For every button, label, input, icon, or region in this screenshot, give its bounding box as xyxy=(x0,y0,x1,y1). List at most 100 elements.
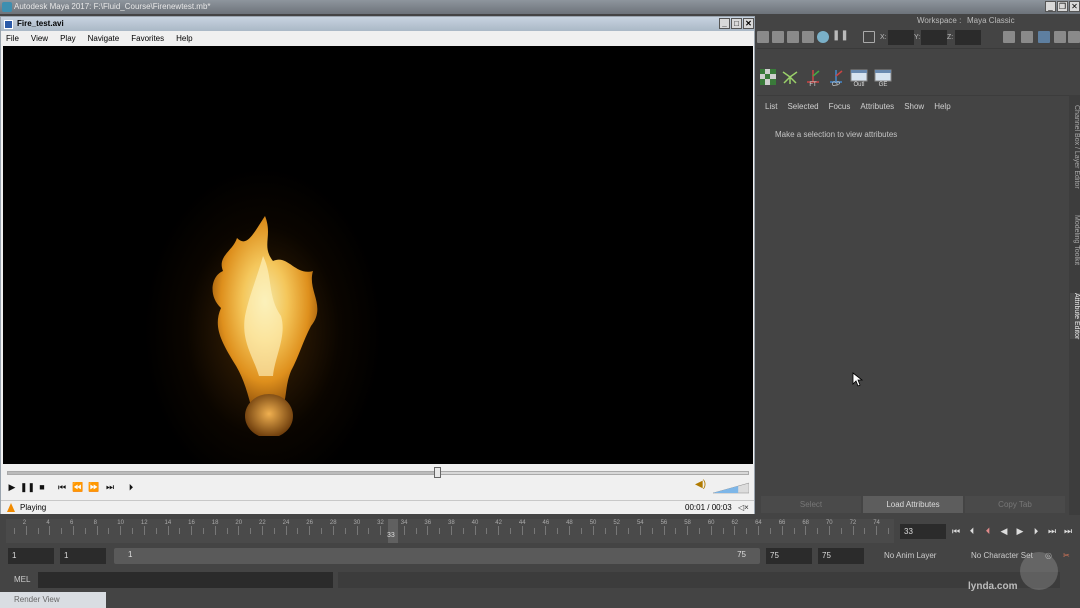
tab-channel-box[interactable]: Channel Box / Layer Editor xyxy=(1070,105,1080,189)
ae-menu-list[interactable]: List xyxy=(765,102,777,111)
attribute-editor-hint: Make a selection to view attributes xyxy=(775,130,898,139)
ae-menu-show[interactable]: Show xyxy=(904,102,924,111)
render-frame-icon[interactable] xyxy=(757,31,769,43)
go-to-end-icon[interactable]: ⏭ xyxy=(1062,526,1074,537)
close-icon[interactable]: ✕ xyxy=(1069,1,1080,12)
pause-button-icon[interactable]: ❚❚ xyxy=(20,479,35,495)
pause-icon[interactable]: ❚❚ xyxy=(832,30,849,42)
video-frame[interactable] xyxy=(3,46,753,464)
time-tick xyxy=(710,526,712,535)
select-button[interactable]: Select xyxy=(761,496,861,513)
render-sequence-icon[interactable] xyxy=(772,31,784,43)
ae-menu-focus[interactable]: Focus xyxy=(829,102,851,111)
shelf-label-ft: FT xyxy=(809,82,817,88)
play-icon[interactable]: ▶ xyxy=(5,479,19,495)
tab-modeling-toolkit[interactable]: Modeling Toolkit xyxy=(1070,215,1080,265)
rewind-icon[interactable]: ⏪ xyxy=(71,479,85,495)
player-maximize-icon[interactable]: □ xyxy=(731,18,742,29)
attribute-editor-panel: List Selected Focus Attributes Show Help… xyxy=(757,95,1069,515)
time-tick xyxy=(545,526,547,535)
app-window-controls: _ ❐ ✕ xyxy=(1045,1,1080,12)
player-menu-view[interactable]: View xyxy=(31,31,48,46)
animation-start-field[interactable]: 1 xyxy=(8,548,54,564)
time-tick-label: 74 xyxy=(873,520,880,526)
y-field[interactable] xyxy=(921,30,947,45)
restore-icon[interactable]: ❐ xyxy=(1057,1,1068,12)
channel-box-icon[interactable] xyxy=(1068,31,1080,43)
seek-bar[interactable] xyxy=(7,467,749,478)
z-field[interactable] xyxy=(955,30,981,45)
time-tick xyxy=(368,528,370,534)
player-minimize-icon[interactable]: _ xyxy=(719,18,730,29)
player-menu-favorites[interactable]: Favorites xyxy=(131,31,164,46)
play-backwards-icon[interactable]: ◀ xyxy=(998,526,1010,537)
current-frame-field[interactable]: 33 xyxy=(900,524,946,539)
time-tick-label: 56 xyxy=(660,520,668,526)
time-tick xyxy=(510,528,512,534)
time-tick xyxy=(321,528,323,534)
time-tick xyxy=(344,528,346,534)
snap-grid-icon[interactable] xyxy=(863,31,875,43)
step-back-frame-icon[interactable]: ⏴ xyxy=(982,526,994,537)
tool-settings-icon[interactable] xyxy=(1054,31,1066,43)
render-view-task[interactable]: Render View xyxy=(0,592,106,608)
step-frame-icon[interactable]: ⏵ xyxy=(124,479,138,495)
range-slider-bar[interactable]: 1 75 xyxy=(114,548,760,564)
time-tick xyxy=(521,526,523,535)
play-forwards-icon[interactable]: ▶ xyxy=(1014,526,1026,537)
player-menu-help[interactable]: Help xyxy=(176,31,192,46)
seek-bar-thumb[interactable] xyxy=(434,467,442,478)
time-slider-cursor[interactable] xyxy=(387,519,398,543)
volume-icon[interactable]: ◀) xyxy=(695,479,706,490)
player-menu-play[interactable]: Play xyxy=(60,31,76,46)
tab-attribute-editor[interactable]: Attribute Editor xyxy=(1070,293,1080,340)
minimize-icon[interactable]: _ xyxy=(1045,1,1056,12)
hypershade-icon[interactable] xyxy=(817,31,829,43)
volume-slider[interactable] xyxy=(713,482,749,494)
copy-tab-button[interactable]: Copy Tab xyxy=(965,496,1065,513)
status-line: ❚❚ X: Y: Z: xyxy=(757,27,1080,49)
time-tick-label: 58 xyxy=(684,520,691,526)
joint-tool-icon[interactable] xyxy=(781,68,799,86)
modeling-toolkit-icon[interactable] xyxy=(1021,31,1033,43)
next-icon[interactable]: ⏭ xyxy=(103,479,117,495)
ipr-render-icon[interactable] xyxy=(787,31,799,43)
animation-end-field[interactable]: 75 xyxy=(818,548,864,564)
time-tick xyxy=(852,526,854,535)
playback-end-field[interactable]: 75 xyxy=(766,548,812,564)
playback-start-field[interactable]: 1 xyxy=(60,548,106,564)
ae-menu-selected[interactable]: Selected xyxy=(787,102,818,111)
uv-checker-icon[interactable] xyxy=(759,68,777,86)
mute-icon[interactable]: ◁× xyxy=(738,501,749,514)
time-slider[interactable]: 2 4 6 8 10 12 14 16 18 20 22 24 26 28 30 32 34 36 38 40 42 44… xyxy=(6,519,894,543)
time-tick-label: 34 xyxy=(400,520,408,526)
time-tick xyxy=(451,526,452,535)
anim-layer-dropdown[interactable]: No Anim Layer xyxy=(880,548,966,564)
time-tick xyxy=(616,526,618,535)
step-forward-frame-icon[interactable]: ⏵ xyxy=(1030,526,1042,537)
ae-menu-attributes[interactable]: Attributes xyxy=(860,102,894,111)
time-tick xyxy=(427,526,429,535)
stop-icon[interactable]: ■ xyxy=(35,479,49,495)
player-menu-navigate[interactable]: Navigate xyxy=(88,31,120,46)
workspace-bar: Workspace : Maya Classic xyxy=(757,14,1080,27)
preferences-icon[interactable]: ✂ xyxy=(1059,548,1073,564)
go-to-start-icon[interactable]: ⏮ xyxy=(950,526,962,537)
mel-label[interactable]: MEL xyxy=(14,575,30,584)
step-back-key-icon[interactable]: ⏴ xyxy=(966,526,978,537)
range-slider-row: 1 1 1 75 75 75 No Anim Layer No Characte… xyxy=(0,546,1080,566)
ae-menu-help[interactable]: Help xyxy=(934,102,950,111)
render-settings-icon[interactable] xyxy=(802,31,814,43)
time-tick-label: 14 xyxy=(164,520,172,526)
fast-forward-icon[interactable]: ⏩ xyxy=(87,479,101,495)
sidebar-toggle-icon[interactable] xyxy=(1003,31,1015,43)
x-field[interactable] xyxy=(888,30,914,45)
workspace-selector[interactable]: Maya Classic xyxy=(967,16,1015,25)
previous-icon[interactable]: ⏮ xyxy=(55,479,69,495)
player-menu-file[interactable]: File xyxy=(6,31,19,46)
load-attributes-button[interactable]: Load Attributes xyxy=(863,496,963,513)
step-forward-key-icon[interactable]: ⏭ xyxy=(1046,526,1058,537)
attribute-editor-icon[interactable] xyxy=(1038,31,1050,43)
mel-input[interactable] xyxy=(38,572,333,588)
player-close-icon[interactable]: ✕ xyxy=(743,18,754,29)
